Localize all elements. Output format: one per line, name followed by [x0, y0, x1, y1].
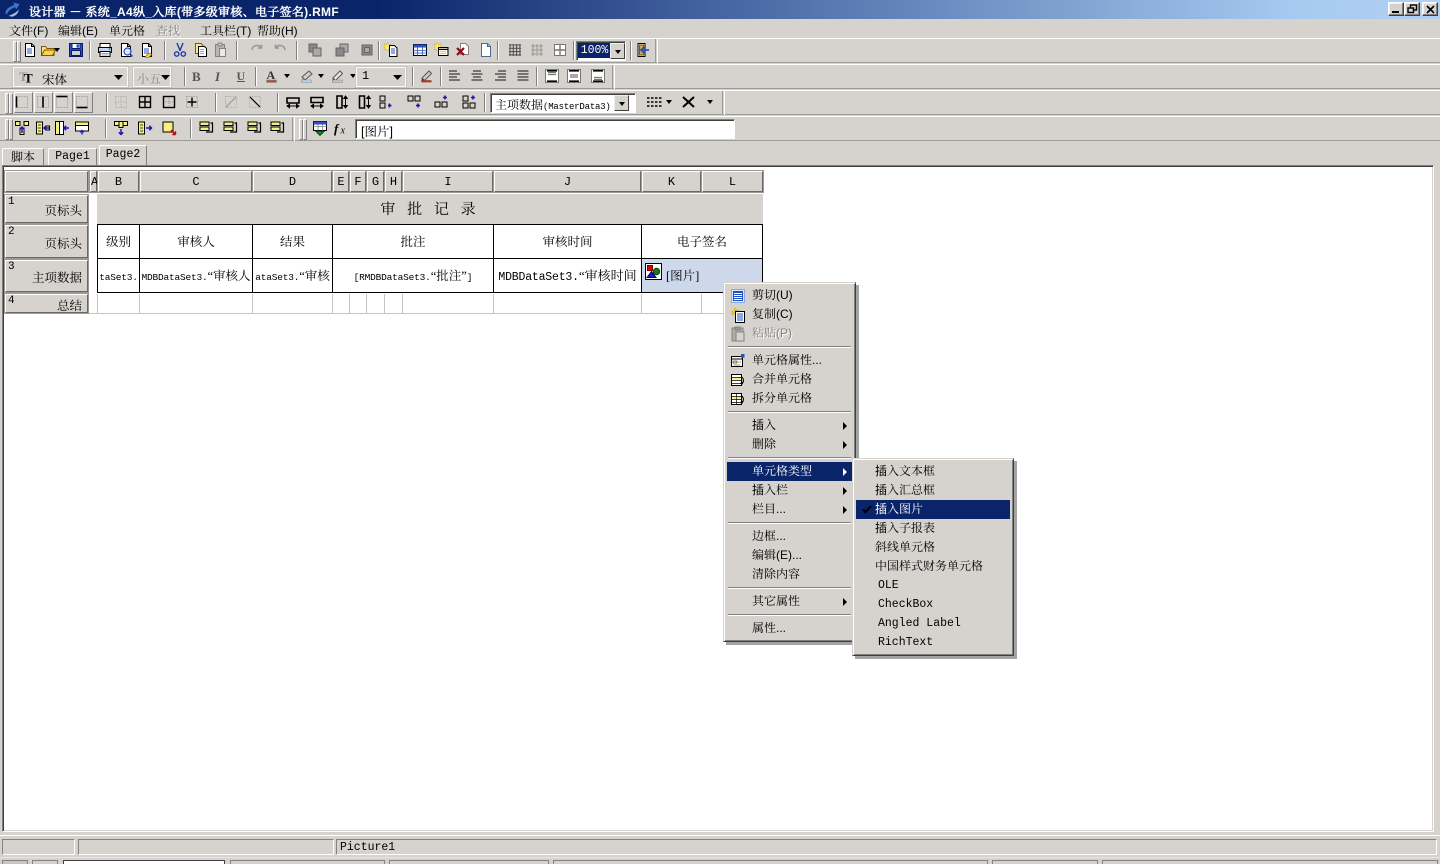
svg-text:x: x: [340, 126, 346, 137]
svg-text:f: f: [334, 121, 340, 136]
svg-text:T: T: [24, 71, 33, 85]
svg-text:B: B: [192, 69, 201, 84]
svg-text:U: U: [237, 69, 246, 83]
svg-text:I: I: [214, 69, 221, 84]
